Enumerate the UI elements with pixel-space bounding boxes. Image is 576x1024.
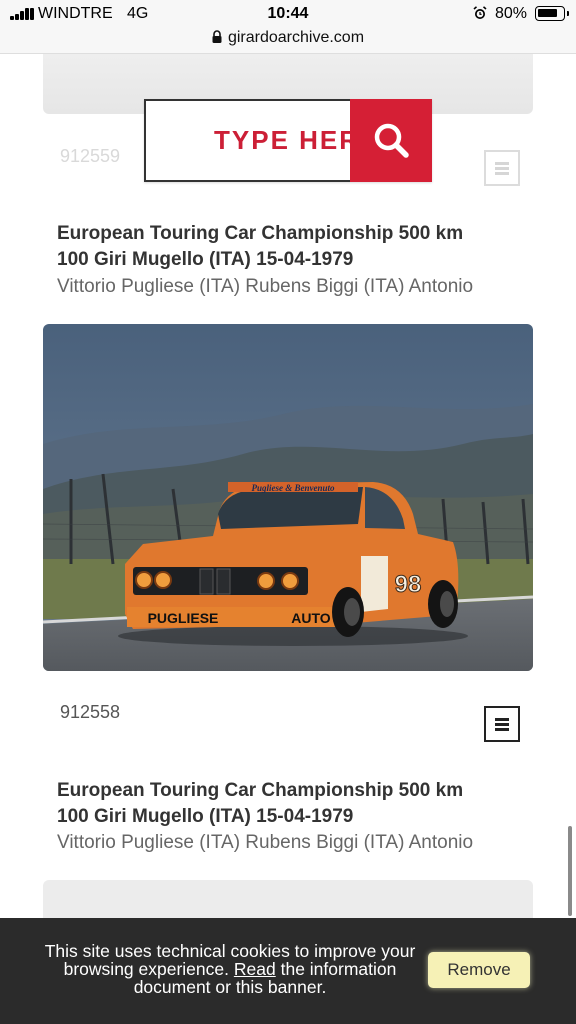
clock: 10:44 <box>267 5 309 22</box>
card-code: 912558 <box>60 702 121 722</box>
search-bar <box>144 99 432 182</box>
car-number: 98 <box>395 571 422 598</box>
address-bar[interactable]: girardoarchive.com <box>0 28 576 54</box>
scrollbar[interactable] <box>568 826 572 916</box>
card-code: 912559 <box>60 146 121 166</box>
card-photo[interactable]: Pugliese & Benvenuto PUGLIESE AUTO 98 <box>43 324 533 671</box>
card-title-line: 100 Giri Mugello (ITA) 15-04-1979 <box>57 806 354 827</box>
card-menu-button[interactable] <box>484 150 520 186</box>
alarm-icon <box>473 6 487 19</box>
battery-icon <box>535 6 569 21</box>
card-title-line: European Touring Car Championship 500 km <box>57 780 464 801</box>
card-drivers: Vittorio Pugliese (ITA) Rubens Biggi (IT… <box>57 832 474 853</box>
card-title[interactable]: European Touring Car Championship 500 km… <box>57 222 527 274</box>
bumper-text-left: PUGLIESE <box>148 610 219 626</box>
search-button[interactable] <box>350 99 432 182</box>
battery-percent: 80% <box>495 5 528 22</box>
remove-banner-button[interactable]: Remove <box>428 952 530 988</box>
card-title-line: European Touring Car Championship 500 km <box>57 223 464 244</box>
card-menu-button[interactable] <box>484 706 520 742</box>
cookie-message: This site uses technical cookies to impr… <box>30 942 430 996</box>
lock-icon <box>212 30 222 43</box>
card-title-line: 100 Giri Mugello (ITA) 15-04-1979 <box>57 249 354 270</box>
bumper-text-right: AUTO <box>291 610 331 626</box>
card-title[interactable]: European Touring Car Championship 500 km… <box>57 778 527 830</box>
livery-text: Pugliese & Benvenuto <box>252 483 335 493</box>
status-bar: WINDTRE 4G 10:44 80% <box>0 0 576 28</box>
search-input[interactable] <box>144 99 350 182</box>
card-drivers: Vittorio Pugliese (ITA) Rubens Biggi (IT… <box>57 276 474 297</box>
search-icon <box>374 123 409 158</box>
race-car-photo: Pugliese & Benvenuto PUGLIESE AUTO 98 <box>43 324 533 671</box>
read-link[interactable]: Read <box>234 959 276 979</box>
url-text: girardoarchive.com <box>227 29 365 46</box>
